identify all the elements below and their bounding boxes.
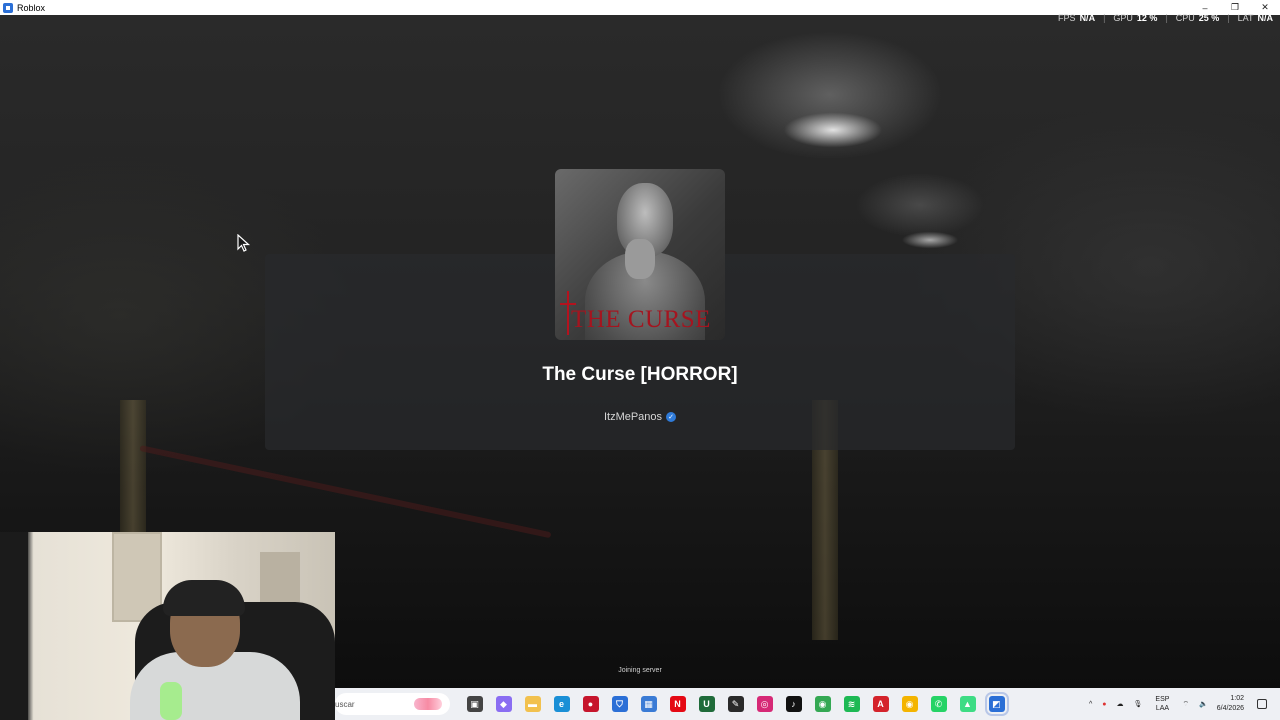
window-title: Roblox bbox=[17, 2, 46, 13]
acrobat-icon[interactable]: A bbox=[872, 696, 889, 712]
fps-stat: FPS N/A bbox=[1058, 13, 1096, 23]
game-title: The Curse [HORROR] bbox=[542, 364, 738, 385]
taskbar-apps: ▣ ◆ ▬ e ● ⛉ ▦ N U ✎ ◎ ♪ ◉ ≋ A ◉ ✆ ▲ ◩ bbox=[460, 692, 1011, 716]
gpu-stat: GPU 12 % bbox=[1113, 13, 1158, 23]
volume-icon[interactable]: 🔈 bbox=[1199, 700, 1208, 708]
search-highlight-icon bbox=[414, 698, 442, 710]
thumbnail-hand bbox=[625, 239, 655, 279]
app-red-icon[interactable]: ● bbox=[582, 696, 599, 712]
stat-separator: | bbox=[1227, 13, 1230, 23]
system-clock[interactable]: 1:02 6/4/2026 bbox=[1217, 694, 1244, 714]
webcam-person-cap bbox=[163, 580, 245, 616]
search-placeholder: uscar bbox=[335, 699, 355, 709]
verified-badge-icon: ✓ bbox=[666, 412, 677, 422]
chrome-alt-icon[interactable]: ◉ bbox=[901, 696, 918, 712]
creator-name: ItzMePanos bbox=[603, 411, 663, 423]
game-creator: ItzMePanos ✓ bbox=[540, 411, 740, 423]
tiktok-icon[interactable]: ♪ bbox=[785, 696, 802, 712]
file-explorer-icon[interactable]: ▬ bbox=[524, 696, 541, 712]
tray-chevron-icon[interactable]: ^ bbox=[1089, 701, 1092, 708]
stat-separator: | bbox=[1165, 13, 1168, 23]
spotify-icon[interactable]: ≋ bbox=[843, 696, 860, 712]
wifi-icon[interactable]: ⌔ bbox=[1182, 700, 1189, 709]
latency-stat: LAT N/A bbox=[1237, 13, 1273, 23]
mouse-cursor-icon bbox=[237, 234, 251, 252]
store-icon[interactable]: ▦ bbox=[640, 696, 657, 712]
input-language[interactable]: ESP LAA bbox=[1155, 695, 1169, 713]
onedrive-icon[interactable]: ☁ bbox=[1117, 700, 1124, 708]
task-view-icon[interactable]: ▣ bbox=[466, 696, 483, 712]
notes-icon[interactable]: ✎ bbox=[727, 696, 744, 712]
security-shield-icon[interactable]: ⛉ bbox=[611, 696, 628, 712]
webcam-overlay bbox=[0, 532, 335, 720]
clock-date: 6/4/2026 bbox=[1216, 705, 1244, 712]
stat-separator: | bbox=[1103, 13, 1106, 23]
system-tray: ^ ● ☁ 🎙 ESP LAA ⌔ 🔈 1:02 6/4/2026 bbox=[1084, 688, 1272, 720]
netflix-icon[interactable]: N bbox=[669, 696, 686, 712]
thumbnail-logo-text: THE CURSE bbox=[571, 306, 711, 333]
notification-icon[interactable] bbox=[1257, 699, 1267, 709]
tray-app-icon[interactable]: ● bbox=[1102, 701, 1106, 708]
upwork-icon[interactable]: U bbox=[698, 696, 715, 712]
taskbar-search-input[interactable]: uscar bbox=[335, 693, 450, 715]
chrome-icon[interactable]: ◉ bbox=[814, 696, 831, 712]
roblox-app-icon bbox=[3, 2, 13, 13]
game-thumbnail: THE CURSE bbox=[555, 169, 725, 340]
webcam-shelf bbox=[260, 552, 300, 602]
joining-status: Joining server bbox=[618, 667, 662, 674]
clock-time: 1:02 bbox=[1230, 695, 1244, 702]
cpu-stat: CPU 25 % bbox=[1175, 13, 1220, 23]
windows-taskbar: uscar ▣ ◆ ▬ e ● ⛉ ▦ N U ✎ ◎ ♪ ◉ ≋ A ◉ ✆ ▲ ◩ ^ ● ☁ 🎙 ESP LA… bbox=[335, 688, 1280, 720]
copilot-icon[interactable]: ◆ bbox=[495, 696, 512, 712]
lang-top: ESP bbox=[1155, 696, 1170, 703]
edge-icon[interactable]: e bbox=[553, 696, 570, 712]
webcam-wall bbox=[0, 532, 28, 720]
instagram-icon[interactable]: ◎ bbox=[756, 696, 773, 712]
android-icon[interactable]: ▲ bbox=[959, 696, 976, 712]
lang-bottom: LAA bbox=[1155, 705, 1170, 712]
webcam-headphone bbox=[160, 682, 182, 720]
roblox-icon[interactable]: ◩ bbox=[984, 692, 1009, 716]
performance-stats: FPS N/A | GPU 12 % | CPU 25 % | LAT N/A bbox=[1058, 13, 1273, 23]
microphone-icon[interactable]: 🎙 bbox=[1134, 700, 1143, 708]
whatsapp-icon[interactable]: ✆ bbox=[930, 696, 947, 712]
velvet-rope bbox=[139, 445, 552, 539]
